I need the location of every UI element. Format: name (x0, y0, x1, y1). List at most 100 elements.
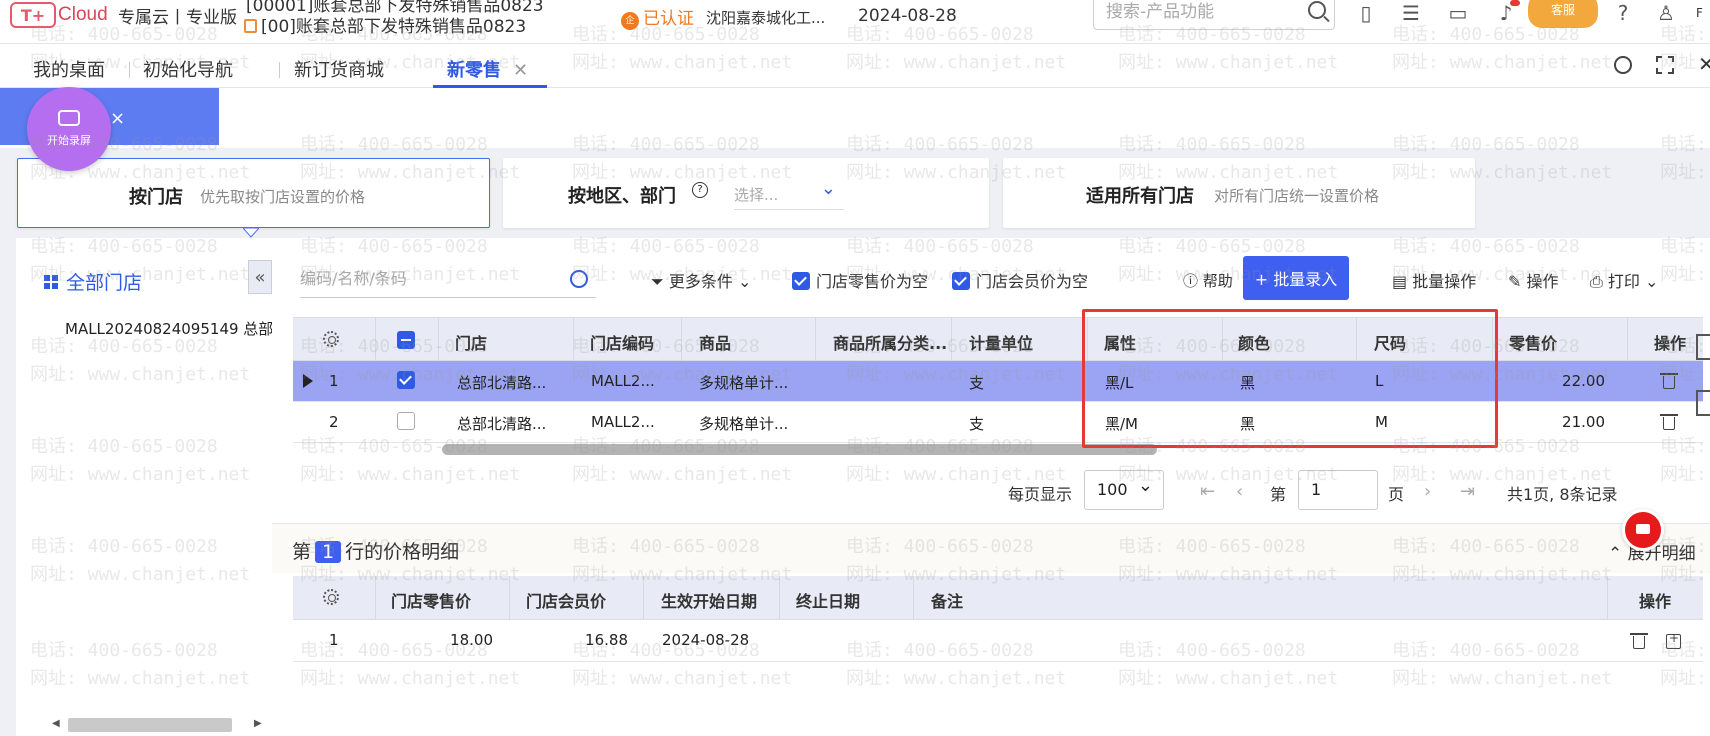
user-icon[interactable]: ♙ (1653, 0, 1679, 26)
delete-icon[interactable] (1660, 414, 1678, 430)
mode-card-all-stores[interactable]: 适用所有门店 对所有门店统一设置价格 (1003, 158, 1475, 228)
row-checkbox[interactable] (397, 371, 421, 390)
question-icon[interactable]: ? (692, 182, 708, 198)
top-bar: T+ Cloud 专属云丨专业版 [00001]账套总部下发特殊销售品0823 … (0, 0, 1710, 44)
search-icon[interactable] (1614, 56, 1632, 74)
product-search-input[interactable]: 编码/名称/条码 (300, 262, 596, 298)
global-search-input[interactable]: 搜索-产品功能 (1093, 0, 1335, 30)
checkbox-icon (397, 412, 415, 430)
tab-my-desktop[interactable]: 我的桌面 (33, 56, 105, 82)
col-start-date[interactable]: 生效开始日期 (661, 588, 757, 612)
cell-store-code: MALL2... (591, 372, 655, 390)
all-stores-node[interactable]: 全部门店 (44, 268, 142, 295)
annotation-highlight-box (1082, 309, 1498, 448)
record-screen-button[interactable]: 开始录屏 (27, 87, 111, 171)
mode-card-by-store[interactable]: 按门店 优先取按门店设置的价格 (17, 158, 490, 228)
cell-store-member-price[interactable]: 16.88 (538, 631, 628, 649)
tab-new-retail[interactable]: 新零售 ✕ (447, 56, 528, 82)
col-retail-price[interactable]: 零售价 (1509, 330, 1557, 354)
col-product[interactable]: 商品 (699, 330, 731, 354)
help-button[interactable]: ⓘ 帮助 (1183, 270, 1233, 291)
scroll-left-icon[interactable]: ◀ (52, 718, 60, 729)
column-settings-icon[interactable] (323, 331, 339, 351)
column-divider (681, 318, 682, 362)
col-note[interactable]: 备注 (931, 588, 963, 612)
cell-store-retail-price[interactable]: 18.00 (403, 631, 493, 649)
ops-button[interactable]: ✎ 操作 (1508, 268, 1559, 292)
col-store[interactable]: 门店 (455, 330, 487, 354)
checklist-icon[interactable]: ☰ (1398, 0, 1424, 26)
tab-order-mall[interactable]: 新订货商城 (294, 56, 384, 82)
product-search-placeholder: 编码/名称/条码 (300, 269, 407, 288)
search-icon[interactable] (1308, 1, 1326, 19)
current-row-icon (303, 374, 313, 388)
side-panel-icon[interactable] (1696, 334, 1710, 360)
col-unit[interactable]: 计量单位 (969, 330, 1033, 354)
filter-member-empty-checkbox[interactable]: 门店会员价为空 (952, 268, 1088, 292)
next-page-icon[interactable]: › (1424, 481, 1431, 502)
prev-page-icon[interactable]: ‹ (1236, 481, 1243, 502)
tab-init-guide[interactable]: 初始化导航 (143, 56, 233, 82)
message-icon[interactable]: ▭ (1445, 0, 1471, 26)
detail-title-prefix: 第 (292, 541, 312, 563)
col-store-member-price[interactable]: 门店会员价 (526, 588, 606, 612)
delete-icon[interactable] (1660, 373, 1678, 389)
collapse-panel-button[interactable]: « (248, 260, 272, 294)
more-conditions-button[interactable]: ⏷ 更多条件 ⌄ (651, 268, 751, 292)
col-category[interactable]: 商品所属分类... (833, 330, 947, 354)
column-settings-icon[interactable] (323, 589, 339, 609)
per-page-select[interactable]: 100 ⌄ (1084, 470, 1164, 510)
close-all-icon[interactable]: ✕ (1698, 52, 1710, 76)
cert-status[interactable]: 企已认证 (621, 4, 694, 30)
tab-divider (279, 62, 280, 78)
side-panel-icon[interactable] (1696, 390, 1710, 416)
cell-store: 总部北清路... (457, 415, 547, 433)
close-icon[interactable]: × (110, 108, 125, 129)
help-circle-icon[interactable]: ? (1610, 0, 1636, 26)
page-number-input[interactable]: 1 (1298, 470, 1378, 510)
delete-icon[interactable] (1630, 633, 1648, 649)
batch-ops-button[interactable]: ▤ 批量操作 (1392, 268, 1476, 292)
batch-entry-button[interactable]: + 批量录入 (1243, 256, 1349, 300)
fullscreen-icon[interactable] (1656, 56, 1674, 74)
col-store-retail-price[interactable]: 门店零售价 (391, 588, 471, 612)
column-divider (573, 318, 574, 362)
cell-retail-price[interactable]: 21.00 (1507, 413, 1605, 431)
col-end-date[interactable]: 终止日期 (796, 588, 860, 612)
user-initial[interactable]: F (1696, 6, 1703, 20)
print-button[interactable]: ⎙ 打印 ⌄ (1590, 268, 1658, 292)
ledger-icon (244, 19, 257, 33)
first-page-icon[interactable]: ⇤ (1200, 481, 1215, 502)
add-row-icon[interactable] (1666, 631, 1681, 649)
cell-retail-price[interactable]: 22.00 (1507, 372, 1605, 390)
row-checkbox[interactable] (397, 412, 421, 431)
last-page-icon[interactable]: ⇥ (1460, 481, 1475, 502)
column-divider (509, 576, 510, 620)
store-tree-item[interactable]: MALL20240824095149 总部 (65, 318, 272, 339)
account-sub-label: [00]账套总部下发特殊销售品0823 (261, 17, 527, 37)
edition-label: 专属云丨专业版 (118, 8, 237, 28)
mode-card-by-region[interactable]: 按地区、部门 ? 选择... ⌄ (503, 158, 989, 228)
floating-chat-button[interactable] (1622, 509, 1664, 551)
calculator-icon[interactable]: ▯ (1353, 0, 1379, 26)
detail-row-number: 1 (315, 541, 342, 563)
search-icon[interactable] (570, 270, 588, 288)
detail-header-bar (272, 523, 1710, 573)
mode-title: 按门店 (129, 187, 183, 208)
selected-card-pointer (243, 228, 259, 238)
detail-row[interactable]: 1 18.00 16.88 2024-08-28 (293, 620, 1703, 662)
left-scrollbar[interactable]: ◀ ▶ (46, 716, 264, 736)
filter-retail-empty-checkbox[interactable]: 门店零售价为空 (792, 268, 928, 292)
col-store-code[interactable]: 门店编码 (590, 330, 654, 354)
customer-service-avatar[interactable]: 客服 (1528, 0, 1598, 28)
scroll-thumb[interactable] (442, 444, 1157, 455)
ops-label: 操作 (1526, 272, 1559, 291)
region-select[interactable]: 选择... ⌄ (734, 178, 844, 210)
table-hscrollbar[interactable] (442, 443, 1708, 457)
page-suffix: 页 (1388, 485, 1405, 504)
scroll-right-icon[interactable]: ▶ (254, 718, 262, 729)
close-icon[interactable]: ✕ (513, 60, 528, 81)
select-all-checkbox[interactable] (397, 331, 421, 350)
cell-start-date[interactable]: 2024-08-28 (662, 631, 749, 649)
scroll-thumb[interactable] (68, 718, 232, 732)
